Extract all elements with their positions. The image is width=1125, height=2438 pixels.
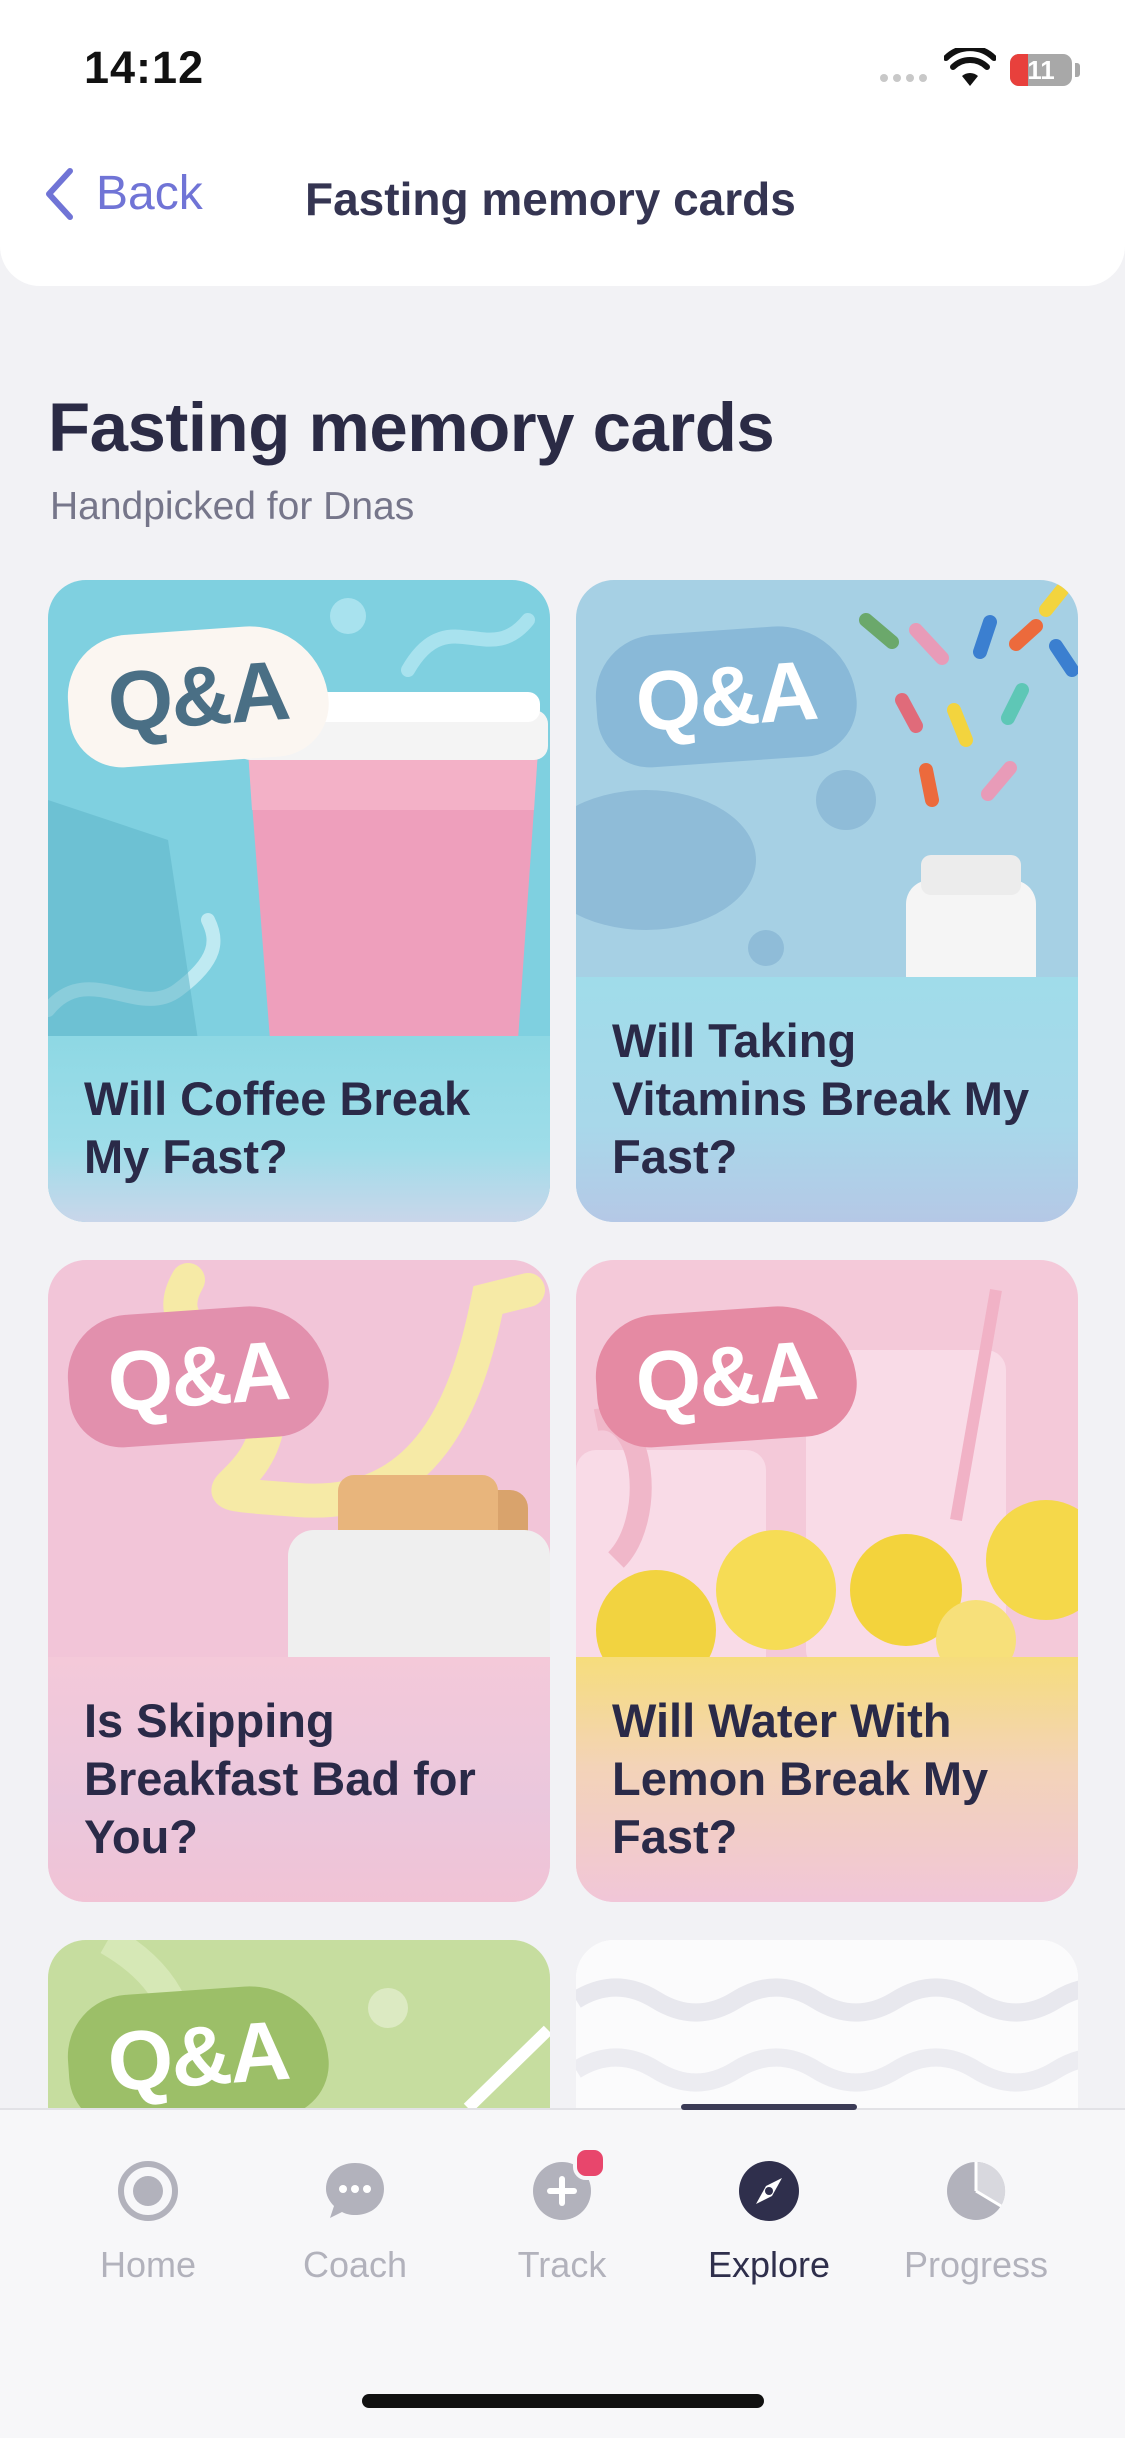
tab-coach[interactable]: Coach — [265, 2160, 445, 2286]
card-caption: Will Water With Lemon Break My Fast? — [576, 1657, 1078, 1902]
card-title: Is Skipping Breakfast Bad for You? — [84, 1694, 476, 1863]
tab-label: Progress — [903, 2244, 1049, 2285]
active-tab-indicator — [681, 2104, 857, 2110]
chat-bubble-icon — [324, 2160, 386, 2222]
tab-explore[interactable]: Explore — [679, 2160, 859, 2286]
card-title: Will Coffee Break My Fast? — [84, 1072, 471, 1183]
plus-circle-icon — [531, 2146, 607, 2222]
card-coffee[interactable]: Q&A Will Coffee Break My Fast? — [48, 580, 550, 1222]
notification-dot — [573, 2146, 607, 2180]
cellular-signal-icon — [880, 74, 927, 82]
qa-badge: Q&A — [591, 1301, 861, 1451]
bottom-tab-bar: Home Coach Track Explore Progress — [0, 2104, 1125, 2438]
tab-label: Track — [517, 2244, 607, 2285]
page-subtitle: Handpicked for Dnas — [50, 485, 415, 528]
card-caption: Is Skipping Breakfast Bad for You? — [48, 1657, 550, 1902]
home-indicator — [362, 2394, 764, 2408]
qa-badge: Q&A — [63, 621, 333, 771]
card-green[interactable]: Q&A — [48, 1940, 550, 2108]
qa-badge: Q&A — [591, 621, 861, 771]
back-label: Back — [96, 167, 203, 220]
card-caption: Will Coffee Break My Fast? — [48, 1036, 550, 1222]
wave-pattern-image — [576, 1940, 1078, 2108]
tab-label: Explore — [707, 2244, 831, 2285]
tab-label: Coach — [302, 2244, 408, 2285]
pie-chart-icon — [945, 2160, 1007, 2222]
wifi-icon — [944, 48, 996, 86]
compass-icon — [738, 2160, 800, 2222]
qa-badge: Q&A — [63, 1981, 333, 2108]
card-wavy[interactable] — [576, 1940, 1078, 2108]
navigation-header: 14:12 11 Back Fasting memory cards — [0, 0, 1125, 286]
tab-track[interactable]: Track — [472, 2146, 652, 2286]
nav-title: Fasting memory cards — [305, 173, 796, 225]
tab-label: Home — [99, 2244, 197, 2285]
chevron-left-icon — [46, 167, 73, 220]
qa-badge: Q&A — [63, 1301, 333, 1451]
tab-progress[interactable]: Progress — [886, 2160, 1066, 2286]
card-breakfast[interactable]: Q&A Is Skipping Breakfast Bad for You? — [48, 1260, 550, 1902]
battery-level: 11 — [1027, 55, 1055, 85]
card-vitamins[interactable]: Q&A Will Taking Vitamins Break My Fast? — [576, 580, 1078, 1222]
status-time: 14:12 — [84, 42, 205, 93]
card-lemon-water[interactable]: Q&A Will Water With Lemon Break My Fast? — [576, 1260, 1078, 1902]
card-caption: Will Taking Vitamins Break My Fast? — [576, 977, 1078, 1222]
card-title: Will Water With Lemon Break My Fast? — [612, 1694, 989, 1863]
home-icon — [117, 2160, 179, 2222]
page-title: Fasting memory cards — [48, 389, 775, 466]
back-button[interactable]: Back — [44, 166, 203, 221]
tab-home[interactable]: Home — [58, 2160, 238, 2286]
card-title: Will Taking Vitamins Break My Fast? — [612, 1014, 1030, 1183]
battery-icon: 11 — [1010, 54, 1072, 86]
